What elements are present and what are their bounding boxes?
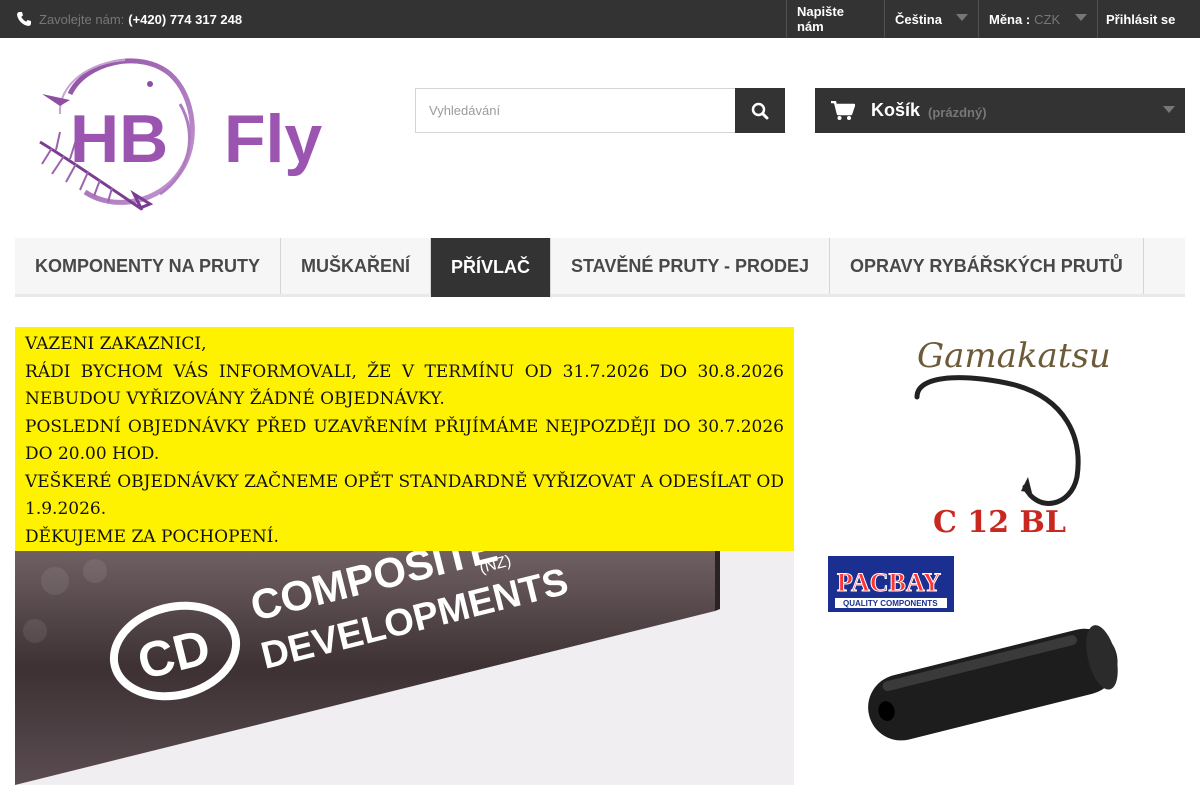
notice-line: VAZENI ZAKAZNICI, bbox=[25, 334, 207, 354]
phone-icon bbox=[17, 12, 31, 26]
menu-item-label: Opravy rybářských prutů bbox=[850, 255, 1123, 276]
logo-text-fly: Fly bbox=[224, 101, 322, 177]
search-button[interactable] bbox=[735, 88, 785, 133]
banner-text: QUALITY COMPONENTS bbox=[843, 599, 938, 608]
main-menu: Komponenty na pruty Muškaření Přívlač St… bbox=[15, 238, 1185, 297]
hb-fly-logo: HB Fly bbox=[39, 58, 322, 211]
menu-item-label: Komponenty na pruty bbox=[35, 255, 261, 276]
menu-item-spinning[interactable]: Přívlač bbox=[431, 238, 551, 297]
contact-us-label: Napište nám bbox=[797, 4, 844, 34]
menu-item-rod-repairs[interactable]: Opravy rybářských prutů bbox=[830, 238, 1144, 294]
logo-text-hb: HB bbox=[70, 101, 168, 177]
cart-icon bbox=[831, 100, 855, 120]
chevron-down-icon bbox=[1163, 106, 1175, 113]
search-input[interactable] bbox=[415, 88, 735, 133]
menu-item-label: Přívlač bbox=[451, 257, 531, 277]
notice-line: VEŠKERÉ OBJEDNÁVKY ZAČNEME OPĚT STANDARD… bbox=[25, 471, 784, 520]
top-bar: Zavolejte nám: (+420) 774 317 248 Napišt… bbox=[0, 0, 1200, 38]
search-bar bbox=[415, 88, 785, 133]
login-link[interactable]: Přihlásit se bbox=[1097, 0, 1200, 38]
menu-item-fly-fishing[interactable]: Muškaření bbox=[281, 238, 431, 294]
cart-label: Košík bbox=[871, 100, 921, 120]
home-slider[interactable]: VAZENI ZAKAZNICI, RÁDI BYCHOM VÁS INFORM… bbox=[15, 327, 794, 785]
banner-text: Gamakatsu bbox=[917, 336, 1111, 376]
gamakatsu-hook-banner[interactable]: Gamakatsu C 12 BL bbox=[825, 327, 1155, 542]
cart-status: (prázdný) bbox=[928, 104, 987, 120]
contact-us-link[interactable]: Napište nám bbox=[786, 0, 884, 38]
menu-item-rod-components[interactable]: Komponenty na pruty bbox=[15, 238, 281, 294]
menu-item-label: Stavěné pruty - prodej bbox=[571, 255, 810, 276]
notice-line: DĚKUJEME ZA POCHOPENÍ. bbox=[25, 526, 279, 547]
contact-info: Zavolejte nám: (+420) 774 317 248 bbox=[16, 8, 242, 30]
currency-label: Měna : bbox=[989, 11, 1031, 27]
search-icon bbox=[751, 102, 769, 119]
site-logo[interactable]: HB Fly bbox=[30, 54, 340, 214]
notice-line: RÁDI BYCHOM VÁS INFORMOVALI, ŽE V TERMÍN… bbox=[25, 361, 784, 410]
currency-selector[interactable]: Měna : CZK bbox=[978, 0, 1097, 38]
top-nav: Napište nám Čeština Měna : CZK Přihlásit… bbox=[786, 0, 1200, 38]
phone-number[interactable]: (+420) 774 317 248 bbox=[128, 12, 242, 27]
language-label: Čeština bbox=[895, 11, 942, 27]
cart-button[interactable]: Košík (prázdný) bbox=[815, 88, 1185, 133]
currency-value: CZK bbox=[1034, 11, 1061, 27]
pacbay-grip-banner[interactable]: PACBAY QUALITY COMPONENTS bbox=[825, 553, 1155, 778]
contact-label: Zavolejte nám: bbox=[39, 11, 125, 27]
menu-item-built-rods[interactable]: Stavěné pruty - prodej bbox=[551, 238, 830, 294]
login-label: Přihlásit se bbox=[1106, 11, 1176, 27]
banner-text: PACBAY bbox=[837, 568, 941, 597]
chevron-down-icon bbox=[956, 14, 968, 21]
shop-closure-notice: VAZENI ZAKAZNICI, RÁDI BYCHOM VÁS INFORM… bbox=[15, 327, 794, 551]
banner-text: C 12 BL bbox=[933, 505, 1066, 540]
language-selector[interactable]: Čeština bbox=[884, 0, 978, 38]
menu-item-label: Muškaření bbox=[301, 255, 411, 276]
composite-developments-banner: CD COMPOSITE (NZ) DEVELOPMENTS bbox=[15, 551, 794, 785]
notice-line: POSLEDNÍ OBJEDNÁVKY PŘED UZAVŘENÍM PŘIJÍ… bbox=[25, 416, 784, 465]
chevron-down-icon bbox=[1075, 14, 1087, 21]
